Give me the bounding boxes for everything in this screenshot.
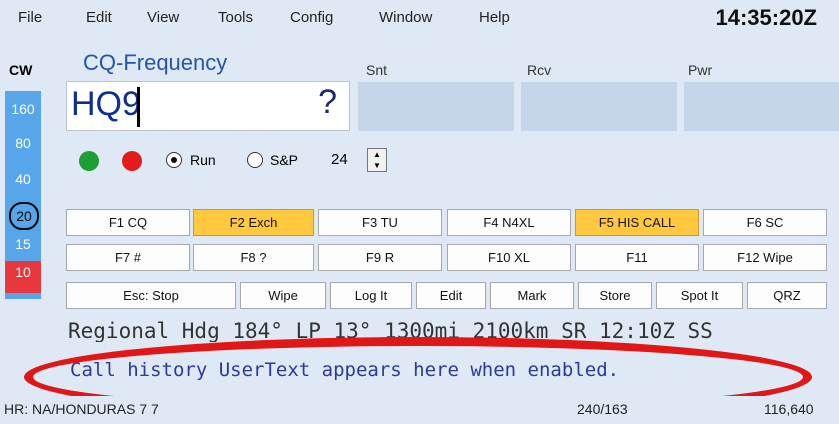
menu-tools[interactable]: Tools: [218, 9, 253, 26]
status-country: HR: NA/HONDURAS 7 7: [4, 401, 159, 417]
store-button[interactable]: Store: [578, 282, 652, 309]
f8-button[interactable]: F8 ?: [193, 244, 314, 271]
menu-config[interactable]: Config: [290, 9, 333, 26]
band-15[interactable]: 15: [5, 236, 41, 252]
status-middle: 240/163: [577, 401, 628, 417]
f1-button[interactable]: F1 CQ: [66, 209, 190, 236]
menu-file[interactable]: File: [18, 9, 42, 26]
sp-radio[interactable]: [247, 152, 263, 168]
run-radio[interactable]: [166, 152, 182, 168]
band-160[interactable]: 160: [5, 101, 41, 117]
spin-up-icon[interactable]: ▲: [368, 149, 386, 160]
rcv-label: Rcv: [527, 62, 552, 78]
spot-it-button[interactable]: Spot It: [656, 282, 743, 309]
spin-value[interactable]: 24: [328, 148, 364, 172]
sp-label: S&P: [270, 152, 299, 168]
f6-button[interactable]: F6 SC: [703, 209, 827, 236]
band-80[interactable]: 80: [5, 135, 41, 151]
menu-window[interactable]: Window: [379, 9, 432, 26]
run-label: Run: [190, 152, 216, 168]
f3-button[interactable]: F3 TU: [318, 209, 442, 236]
callsign-value: HQ9: [71, 85, 141, 123]
text-caret: [137, 87, 140, 127]
cq-frequency-label: CQ-Frequency: [83, 50, 228, 75]
band-10[interactable]: 10: [5, 261, 41, 293]
mode-label: CW: [9, 62, 33, 78]
spin-down-icon[interactable]: ▼: [368, 160, 386, 171]
utc-clock: 14:35:20Z: [715, 5, 817, 30]
band-20-current[interactable]: 20: [9, 202, 39, 230]
wipe-button[interactable]: Wipe: [240, 282, 326, 309]
usertext-line: Call history UserText appears here when …: [70, 359, 620, 381]
menu-view[interactable]: View: [147, 9, 179, 26]
f12-button[interactable]: F12 Wipe: [703, 244, 827, 271]
band-40[interactable]: 40: [5, 171, 41, 187]
callsign-status-glyph: ?: [318, 83, 337, 121]
f2-button[interactable]: F2 Exch: [193, 209, 314, 236]
snt-field[interactable]: [358, 82, 514, 131]
f7-button[interactable]: F7 #: [66, 244, 190, 271]
spin-buttons[interactable]: ▲ ▼: [367, 148, 387, 172]
edit-button[interactable]: Edit: [416, 282, 486, 309]
band-panel: 160 80 40 20 15 10: [5, 91, 41, 299]
pwr-field[interactable]: [684, 82, 839, 131]
f10-button[interactable]: F10 XL: [447, 244, 571, 271]
qrz-button[interactable]: QRZ: [747, 282, 827, 309]
status-score: 116,640: [764, 401, 814, 417]
f4-button[interactable]: F4 N4XL: [447, 209, 571, 236]
mark-button[interactable]: Mark: [490, 282, 574, 309]
esc-stop-button[interactable]: Esc: Stop: [66, 282, 236, 309]
callsign-entry[interactable]: HQ9 ?: [66, 81, 350, 131]
menu-bar: File Edit View Tools Config Window Help …: [0, 0, 839, 38]
log-it-button[interactable]: Log It: [330, 282, 412, 309]
regional-info-line: Regional Hdg 184° LP 13° 1300mi 2100km S…: [68, 319, 713, 342]
menu-help[interactable]: Help: [479, 9, 510, 26]
menu-edit[interactable]: Edit: [86, 9, 112, 26]
f11-button[interactable]: F11: [575, 244, 699, 271]
red-status-dot: [122, 151, 142, 171]
snt-label: Snt: [366, 62, 388, 78]
f9-button[interactable]: F9 R: [318, 244, 442, 271]
rcv-field[interactable]: [521, 82, 677, 131]
green-status-dot: [79, 151, 99, 171]
f5-button[interactable]: F5 HIS CALL: [575, 209, 699, 236]
pwr-label: Pwr: [688, 62, 713, 78]
